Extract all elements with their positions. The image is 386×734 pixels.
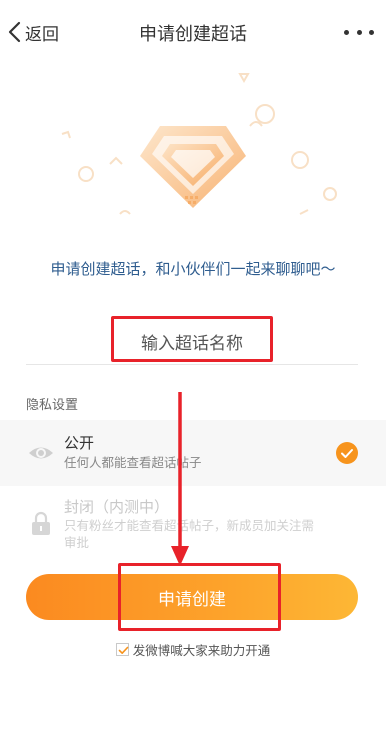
hero-illustration — [0, 64, 386, 264]
share-label: 发微博喊大家来助力开通 — [132, 643, 271, 658]
supertopic-name-input[interactable] — [26, 318, 358, 364]
checkmark-icon — [118, 646, 129, 654]
privacy-option-description: 任何人都能查看超话帖子 — [64, 455, 202, 470]
supertopic-name-field — [26, 318, 358, 365]
privacy-option-title: 封闭（内测中） — [64, 498, 170, 516]
privacy-option-title: 公开 — [64, 434, 95, 452]
privacy-option-closed[interactable]: 封闭（内测中） 只有粉丝才能查看超话帖子，新成员加关注需审批 — [0, 490, 386, 556]
diamond-logo-icon — [61, 73, 337, 215]
intro-text: 申请创建超话，和小伙伴们一起来聊聊吧～ — [50, 260, 336, 278]
privacy-option-public[interactable]: 公开 任何人都能查看超话帖子 — [0, 420, 386, 486]
checkmark-icon — [336, 442, 358, 464]
more-icon[interactable] — [344, 22, 374, 42]
privacy-option-description: 只有粉丝才能查看超话帖子，新成员加关注需审批 — [64, 518, 315, 550]
share-checkbox[interactable] — [115, 643, 129, 656]
nav-bar: 返回 申请创建超话 — [0, 0, 386, 64]
share-weibo-option[interactable]: 发微博喊大家来助力开通 — [0, 640, 386, 659]
create-supertopic-page: 返回 申请创建超话 申请创建超话，和小伙伴们一起来聊聊吧～ 输入超话名称 隐私设… — [0, 0, 386, 734]
eye-icon — [29, 447, 53, 459]
privacy-section-label: 隐私设置 — [26, 398, 79, 413]
lock-icon — [32, 511, 50, 535]
page-title: 申请创建超话 — [139, 24, 247, 45]
apply-create-button[interactable]: 申请创建 — [26, 574, 358, 620]
